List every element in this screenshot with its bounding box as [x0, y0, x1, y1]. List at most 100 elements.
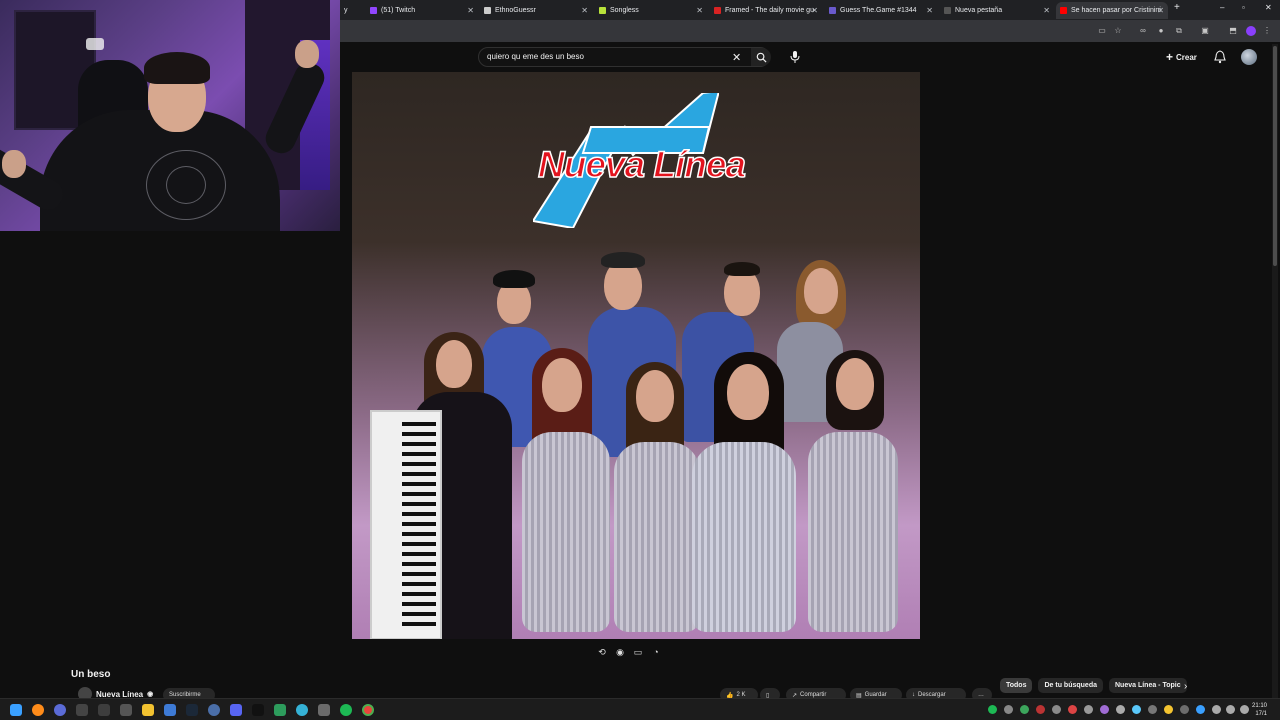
install-app-icon[interactable]: ▭	[1097, 26, 1107, 36]
streamer-hand	[2, 150, 26, 178]
loop-icon[interactable]: ⟲	[596, 646, 608, 658]
microphone-icon[interactable]	[789, 50, 801, 64]
tray-icon[interactable]	[1004, 705, 1013, 714]
new-tab-page-icon	[944, 7, 951, 14]
streamer-hair	[144, 52, 210, 84]
browser-tab[interactable]: Guess The.Game #1344 ✕	[825, 2, 937, 19]
youtube-play-button-award	[86, 38, 104, 50]
profile-icon[interactable]	[1246, 26, 1256, 36]
guessthegame-icon	[829, 7, 836, 14]
wifi-icon[interactable]	[1212, 705, 1221, 714]
chip-todos[interactable]: Todos	[1000, 678, 1033, 693]
extensions-puzzle-icon[interactable]: ⧉	[1174, 26, 1184, 36]
app-icon[interactable]	[54, 704, 66, 716]
app-icon[interactable]	[76, 704, 88, 716]
menu-kebab-icon[interactable]: ⋮	[1262, 26, 1272, 36]
battery-icon[interactable]	[1240, 705, 1249, 714]
chevron-right-icon[interactable]: ›	[1184, 681, 1187, 692]
tray-icon[interactable]	[1180, 705, 1189, 714]
plus-icon: +	[1166, 50, 1174, 64]
related-chips: Todos De tu búsqueda Nueva Línea - Topic	[1000, 678, 1187, 693]
browser-tab[interactable]: EthnoGuessr ✕	[480, 2, 592, 19]
search-icon[interactable]	[32, 704, 44, 716]
tray-icon[interactable]	[1132, 705, 1141, 714]
notifications-bell-icon[interactable]	[1214, 50, 1226, 64]
tray-icon[interactable]	[1068, 705, 1077, 714]
close-tab-icon[interactable]: ✕	[1043, 6, 1050, 15]
search-input[interactable]: quiero qu eme des un beso	[487, 52, 584, 61]
browser-tab[interactable]: (51) Twitch ✕	[366, 2, 478, 19]
spiderweb-print	[166, 166, 206, 204]
browser-tab-active[interactable]: Se hacen pasar por Cristinini ✕	[1056, 2, 1168, 19]
new-tab-button[interactable]: +	[1174, 2, 1180, 13]
tray-icon[interactable]	[1084, 705, 1093, 714]
create-button[interactable]: + Crear	[1166, 50, 1197, 64]
app-icon[interactable]	[98, 704, 110, 716]
browser-tab[interactable]: Nueva pestaña ✕	[940, 2, 1054, 19]
app-icon[interactable]	[318, 704, 330, 716]
ethnoguessr-icon	[484, 7, 491, 14]
minimize-button[interactable]: –	[1220, 3, 1224, 12]
speed-icon[interactable]: ◔	[650, 646, 662, 658]
chip-nueva-linea-topic[interactable]: Nueva Línea - Topic	[1109, 678, 1187, 693]
close-tab-icon[interactable]: ✕	[811, 6, 818, 15]
webcam-overlay	[0, 0, 340, 231]
miniplayer-icon[interactable]: ▭	[632, 646, 644, 658]
close-tab-icon[interactable]: ✕	[1157, 6, 1164, 15]
app-icon[interactable]	[164, 704, 176, 716]
youtube-icon	[1060, 7, 1067, 14]
band-logo-text: Nueva Línea	[537, 143, 746, 186]
tray-icon[interactable]	[1052, 705, 1061, 714]
start-windows-icon[interactable]	[10, 704, 22, 716]
app-icon[interactable]	[208, 704, 220, 716]
bookmark-star-icon[interactable]: ☆	[1113, 26, 1123, 36]
close-tab-icon[interactable]: ✕	[581, 6, 588, 15]
sidebar-icon[interactable]: ▣	[1200, 26, 1210, 36]
search-box[interactable]: quiero qu eme des un beso ✕	[478, 47, 771, 67]
video-title: Un beso	[71, 669, 111, 680]
page-scrollbar[interactable]	[1272, 44, 1278, 700]
close-tab-icon[interactable]: ✕	[696, 6, 703, 15]
extension-icon[interactable]: ●	[1156, 26, 1166, 36]
audio-icon[interactable]: ◉	[614, 646, 626, 658]
clear-search-icon[interactable]: ✕	[732, 51, 741, 64]
framed-icon	[714, 7, 721, 14]
tray-icon[interactable]	[1036, 705, 1045, 714]
steam-icon[interactable]	[186, 704, 198, 716]
tray-icon[interactable]	[1164, 705, 1173, 714]
chip-de-tu-busqueda[interactable]: De tu búsqueda	[1038, 678, 1103, 693]
account-avatar[interactable]	[1241, 49, 1257, 65]
tray-icon[interactable]	[1196, 705, 1205, 714]
extension-icon[interactable]: ⬒	[1228, 26, 1238, 36]
verified-icon: ◉	[147, 691, 154, 698]
tray-icon[interactable]	[1100, 705, 1109, 714]
app-icon[interactable]	[274, 704, 286, 716]
tray-spotify-icon[interactable]	[988, 705, 997, 714]
system-clock[interactable]: 21:10 17/1	[1252, 702, 1267, 718]
extension-icon[interactable]: ∞	[1138, 26, 1148, 36]
maximize-button[interactable]: ▫	[1242, 3, 1245, 12]
streamer-hand	[295, 40, 319, 68]
tray-icon[interactable]	[1020, 705, 1029, 714]
browser-tab[interactable]: y	[340, 2, 364, 19]
file-explorer-icon[interactable]	[142, 704, 154, 716]
tray-icon[interactable]	[1148, 705, 1157, 714]
app-icon[interactable]	[120, 704, 132, 716]
discord-icon[interactable]	[230, 704, 242, 716]
taskbar: 21:10 17/1	[0, 698, 1280, 720]
app-icon[interactable]	[296, 704, 308, 716]
tray-icon[interactable]	[1116, 705, 1125, 714]
chrome-icon[interactable]	[362, 704, 374, 716]
spotify-icon[interactable]	[340, 704, 352, 716]
tiktok-icon[interactable]	[252, 704, 264, 716]
songless-icon	[599, 7, 606, 14]
scrollbar-thumb[interactable]	[1273, 46, 1277, 266]
browser-tab[interactable]: Framed - The daily movie gu ✕	[710, 2, 822, 19]
close-tab-icon[interactable]: ✕	[926, 6, 933, 15]
close-window-button[interactable]: ✕	[1265, 3, 1272, 12]
twitch-icon	[370, 7, 377, 14]
close-tab-icon[interactable]: ✕	[467, 6, 474, 15]
volume-icon[interactable]	[1226, 705, 1235, 714]
browser-tab[interactable]: Songless ✕	[595, 2, 707, 19]
search-button[interactable]	[751, 48, 771, 66]
